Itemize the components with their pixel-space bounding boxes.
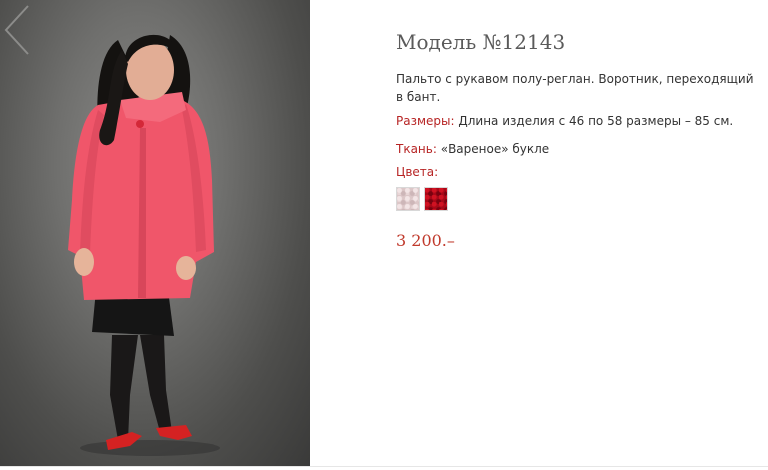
color-swatches	[396, 187, 448, 211]
color-swatch-beige[interactable]	[396, 187, 420, 211]
sizes-label: Размеры:	[396, 114, 455, 128]
sizes-line: Размеры: Длина изделия с 46 по 58 размер…	[396, 114, 733, 128]
model-illustration	[68, 34, 220, 456]
product-title: Модель №12143	[396, 30, 566, 54]
fabric-label: Ткань:	[396, 142, 437, 156]
colors-label: Цвета:	[396, 165, 439, 179]
divider	[0, 466, 768, 467]
sizes-value: Длина изделия с 46 по 58 размеры – 85 см…	[454, 114, 734, 128]
color-swatch-red[interactable]	[424, 187, 448, 211]
fabric-value: «Вареное» букле	[436, 142, 550, 156]
product-description: Пальто с рукавом полу-реглан. Воротник, …	[396, 72, 754, 104]
prev-arrow-icon[interactable]	[0, 0, 34, 60]
fabric-line: Ткань: «Вареное» букле	[396, 142, 549, 156]
product-price: 3 200.–	[396, 231, 455, 250]
product-photo	[0, 0, 310, 466]
